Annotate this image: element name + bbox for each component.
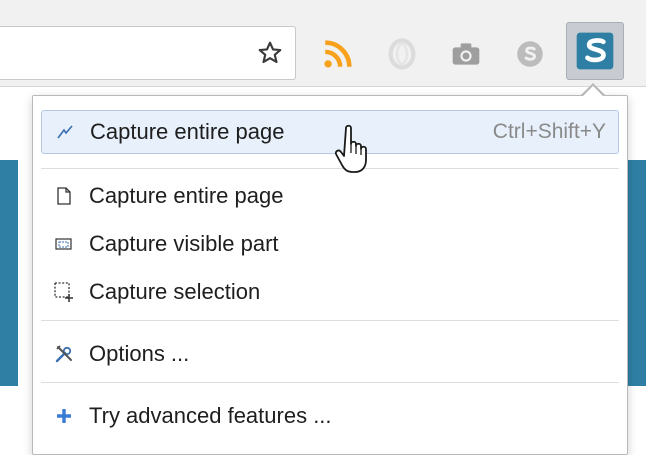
menu-item-capture-entire-page[interactable]: Capture entire page: [41, 174, 619, 218]
screenshot-extension-icon[interactable]: [566, 22, 624, 80]
menu-separator: [41, 168, 619, 169]
menu-pointer-fill: [582, 86, 604, 97]
menu-item-label: Options ...: [89, 341, 190, 366]
star-icon[interactable]: [255, 38, 285, 68]
menu-item-label: Capture visible part: [89, 231, 279, 256]
options-icon: [53, 343, 75, 365]
plus-icon: [53, 405, 75, 427]
menu-item-capture-entire-page-shortcut[interactable]: Capture entire page Ctrl+Shift+Y: [41, 110, 619, 154]
menu-item-label: Try advanced features ...: [89, 403, 332, 428]
menu-item-label: Capture entire page: [90, 119, 285, 144]
menu-item-label: Capture selection: [89, 279, 261, 304]
skype-icon[interactable]: [510, 34, 550, 74]
rss-icon[interactable]: [318, 34, 358, 74]
capture-page-icon: [54, 121, 76, 143]
menu-item-label: Capture entire page: [89, 183, 284, 208]
visible-part-icon: [53, 233, 75, 255]
menu-separator: [41, 382, 619, 383]
page-icon: [53, 185, 75, 207]
menu-item-options[interactable]: Options ...: [41, 332, 619, 376]
menu-item-capture-selection[interactable]: Capture selection: [41, 270, 619, 314]
menu-separator: [41, 320, 619, 321]
opera-icon[interactable]: [382, 34, 422, 74]
capture-menu: Capture entire page Ctrl+Shift+Y Capture…: [32, 95, 628, 455]
camera-icon[interactable]: [446, 34, 486, 74]
hand-cursor-icon: [334, 124, 374, 176]
shortcut-label: Ctrl+Shift+Y: [492, 120, 606, 143]
menu-item-try-advanced-features[interactable]: Try advanced features ...: [41, 394, 619, 438]
browser-toolbar: [0, 0, 646, 87]
selection-icon: [53, 281, 75, 303]
address-bar[interactable]: [0, 26, 296, 80]
menu-item-capture-visible-part[interactable]: Capture visible part: [41, 222, 619, 266]
